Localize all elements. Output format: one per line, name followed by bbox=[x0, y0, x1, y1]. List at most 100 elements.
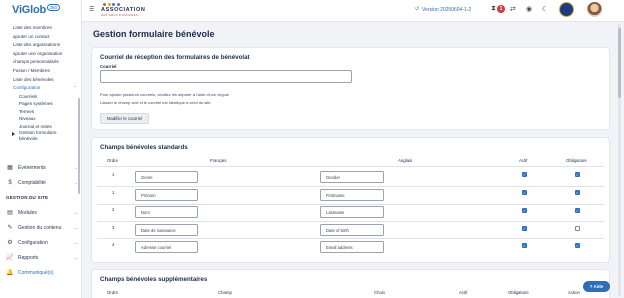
sidebar-item-add-contact[interactable]: ajouter un contact bbox=[13, 33, 77, 42]
chevron-down-icon: ⌄ bbox=[74, 210, 78, 215]
sidebar-item-content-label: Gestion du contenu bbox=[18, 224, 62, 231]
sidebar-item-content[interactable]: ✎ Gestion du contenu ⌄ bbox=[6, 220, 78, 235]
sidebar-item-volunteers-list[interactable]: Liste des bénévoles bbox=[13, 76, 77, 85]
sidebar-item-modules[interactable]: ▤ Modules ⌄ bbox=[6, 205, 78, 220]
sidebar-item-configuration-label: Configuration bbox=[13, 85, 41, 91]
column-header-required: Obligatoire bbox=[566, 158, 587, 163]
active-checkbox[interactable]: ✓ bbox=[522, 172, 527, 177]
avatar[interactable] bbox=[587, 2, 602, 17]
help-button[interactable]: ? Aide bbox=[583, 281, 610, 292]
row-order: 4 bbox=[112, 242, 115, 247]
organisation-crest[interactable] bbox=[559, 2, 574, 17]
active-checkbox[interactable]: ✓ bbox=[522, 243, 527, 248]
french-label-input[interactable] bbox=[135, 224, 198, 236]
app-logo[interactable]: ViGlob 360 bbox=[12, 3, 60, 17]
notification-badge[interactable]: 1 bbox=[497, 5, 505, 13]
required-checkbox[interactable]: ✓ bbox=[575, 172, 580, 177]
table-divider bbox=[97, 238, 604, 239]
menu-icon[interactable]: ☰ bbox=[89, 6, 94, 13]
grid-icon: ▤ bbox=[7, 210, 13, 216]
table-divider bbox=[97, 204, 604, 205]
chart-icon: 📈 bbox=[6, 255, 14, 261]
english-label-input[interactable] bbox=[320, 241, 384, 253]
moon-icon[interactable]: ☾ bbox=[542, 5, 548, 13]
sidebar-item-communiques-label: Communiqué(s) bbox=[18, 269, 54, 276]
organisation-logo[interactable]: ASSOCIATION DES GENS D'AFFAIRES bbox=[101, 3, 145, 17]
logo-text: ViGlob bbox=[12, 4, 47, 16]
sidebar-item-accounting[interactable]: $ Comptabilité ⌄ bbox=[6, 175, 78, 190]
column-header-french: Français bbox=[210, 158, 227, 163]
required-checkbox[interactable]: ✓ bbox=[575, 208, 580, 213]
sidebar-subitem-levels[interactable]: Niveaux bbox=[19, 115, 77, 123]
table-divider bbox=[97, 221, 604, 222]
required-checkbox[interactable] bbox=[575, 226, 580, 231]
history-icon: ↺ bbox=[415, 6, 420, 12]
sidebar-item-events[interactable]: ▦ Événements ⌄ bbox=[6, 160, 78, 175]
logo-badge: 360 bbox=[47, 3, 60, 11]
column-header-english: Anglais bbox=[398, 158, 413, 163]
required-checkbox[interactable]: ✓ bbox=[575, 243, 580, 248]
row-order: 1 bbox=[112, 172, 115, 177]
french-label-input[interactable] bbox=[135, 189, 198, 201]
sidebar-subitem-system-pages[interactable]: Pages systèmes bbox=[19, 100, 77, 108]
active-checkbox[interactable]: ✓ bbox=[522, 208, 527, 213]
english-label-input[interactable] bbox=[320, 224, 384, 236]
sidebar-item-modules-label: Modules bbox=[18, 209, 37, 216]
gear-icon: ⚙ bbox=[7, 240, 13, 246]
email-field-label: Courriel bbox=[100, 64, 117, 69]
required-checkbox[interactable]: ✓ bbox=[575, 190, 580, 195]
main-scrollbar[interactable] bbox=[618, 24, 621, 296]
english-label-input[interactable] bbox=[320, 189, 384, 201]
sidebar-group-site: ▤ Modules ⌄ ✎ Gestion du contenu ⌄ ⚙ Con… bbox=[6, 205, 78, 280]
sidebar-item-members-list[interactable]: Liste des membres bbox=[13, 24, 77, 33]
standard-fields-title: Champs bénévoles standards bbox=[100, 144, 188, 151]
modify-email-button[interactable]: Modifier le courriel bbox=[100, 113, 149, 124]
main-scrollbar-thumb[interactable] bbox=[618, 28, 621, 98]
bell-icon: 🔔 bbox=[6, 270, 14, 276]
sidebar-config-submenu: Courriels Pages systèmes Termes Niveaux … bbox=[12, 93, 77, 143]
french-label-input[interactable] bbox=[135, 171, 198, 183]
french-label-input[interactable] bbox=[135, 241, 198, 253]
active-checkbox[interactable]: ✓ bbox=[522, 226, 527, 231]
column-header-active: Actif bbox=[519, 158, 528, 163]
column-header-active: Actif bbox=[459, 290, 468, 295]
eye-icon[interactable]: ◉ bbox=[526, 5, 532, 13]
column-header-order: Ordre bbox=[107, 290, 118, 295]
column-header-required: Obligatoire bbox=[508, 290, 529, 295]
org-dot bbox=[116, 3, 120, 6]
sidebar-subitem-journal-notes[interactable]: Journal et notes bbox=[19, 123, 77, 131]
sidebar-item-merge-members[interactable]: Fusion / Membres bbox=[13, 67, 77, 76]
sidebar-item-accounting-label: Comptabilité bbox=[18, 179, 46, 186]
top-bar: ☰ ASSOCIATION DES GENS D'AFFAIRES ↺ Vers… bbox=[82, 0, 624, 22]
sidebar-item-organisations-list[interactable]: Liste des organisations bbox=[13, 41, 77, 50]
active-checkbox[interactable]: ✓ bbox=[522, 190, 527, 195]
sidebar-item-add-organisation[interactable]: ajouter une organisation bbox=[13, 50, 77, 59]
help-icon: ? bbox=[589, 284, 593, 289]
sidebar-item-reports[interactable]: 📈 Rapports ⌄ bbox=[6, 250, 78, 265]
french-label-input[interactable] bbox=[135, 206, 198, 218]
sidebar-subitem-volunteer-form[interactable]: Gestion formulaire bénévole bbox=[12, 130, 77, 142]
extra-fields-card: Champs bénévoles supplémentaires bbox=[91, 269, 610, 298]
sidebar-item-configuration[interactable]: Configuration ⌃ bbox=[13, 84, 77, 93]
english-label-input[interactable] bbox=[320, 206, 384, 218]
sidebar-scrollbar[interactable] bbox=[78, 98, 80, 194]
email-hint-empty: Laisser le champ vide si le courriel est… bbox=[100, 100, 212, 105]
sidebar-subitem-emails[interactable]: Courriels bbox=[19, 93, 77, 101]
email-settings-card: Courriel de réception des formulaires de… bbox=[91, 47, 610, 130]
row-order: 3 bbox=[112, 225, 115, 230]
chevron-down-icon: ⌄ bbox=[74, 255, 78, 260]
extra-fields-title: Champs bénévoles supplémentaires bbox=[100, 276, 208, 283]
org-dot bbox=[112, 3, 115, 6]
sidebar-item-site-configuration[interactable]: ⚙ Configuration ⌄ bbox=[6, 235, 78, 250]
sidebar-item-communiques[interactable]: 🔔 Communiqué(s) bbox=[6, 265, 78, 280]
hourglass-icon[interactable]: ⧗ bbox=[491, 5, 496, 13]
page-title: Gestion formulaire bénévole bbox=[93, 29, 215, 39]
email-field[interactable] bbox=[100, 70, 352, 83]
money-icon: $ bbox=[8, 179, 12, 186]
sidebar: ViGlob 360 Liste des membres ajouter un … bbox=[0, 0, 82, 298]
english-label-input[interactable] bbox=[320, 171, 384, 183]
column-header-choice: Choix bbox=[374, 290, 385, 295]
swap-icon[interactable]: ⇄ bbox=[510, 5, 516, 13]
sidebar-subitem-terms[interactable]: Termes bbox=[19, 108, 77, 116]
sidebar-item-custom-fields[interactable]: champs personnalisés bbox=[13, 58, 77, 67]
